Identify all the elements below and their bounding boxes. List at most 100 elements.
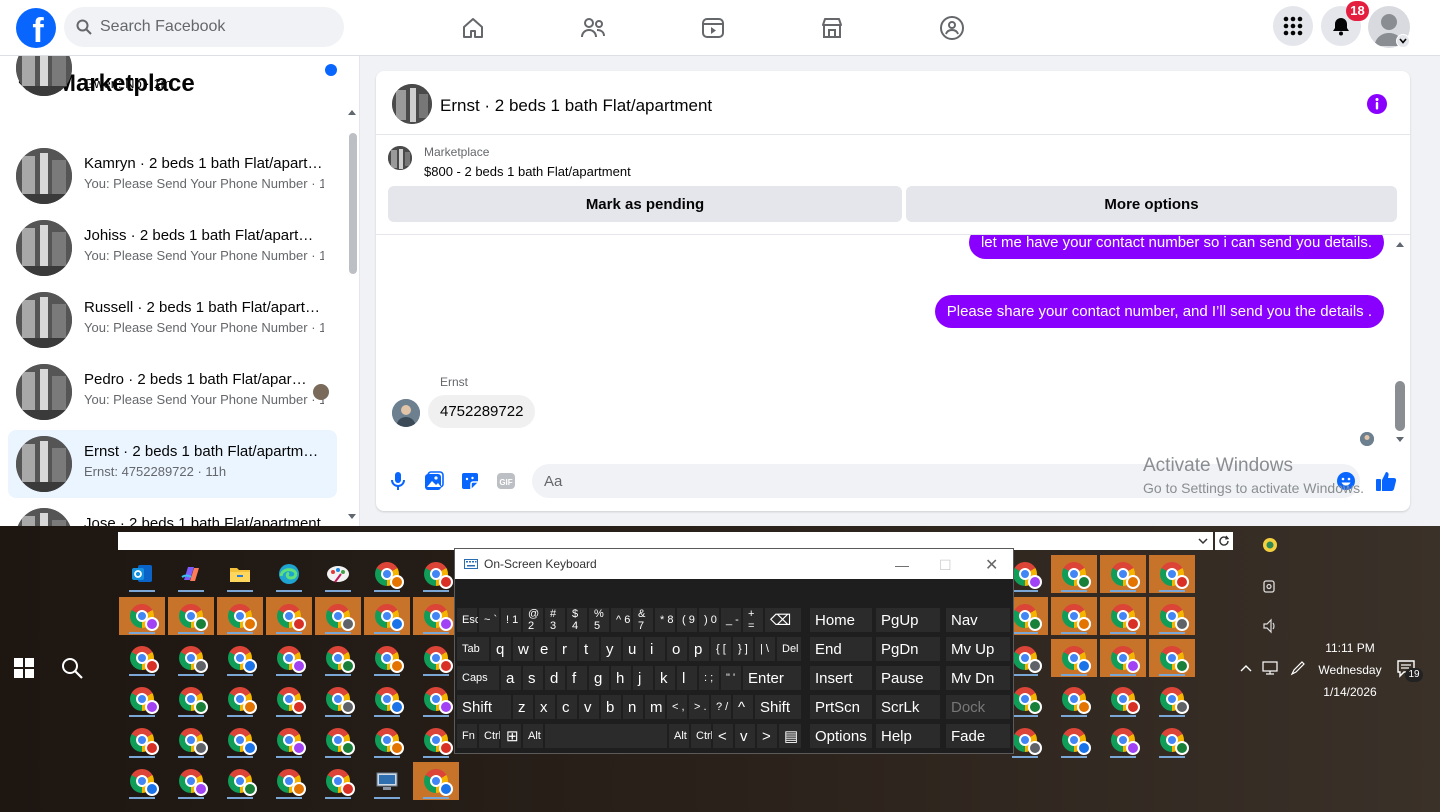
chrome-profile-button[interactable] <box>315 680 361 718</box>
chrome-profile-button[interactable] <box>217 721 263 759</box>
nav-key[interactable]: Home <box>809 607 873 633</box>
minimize-button[interactable]: — <box>895 557 909 573</box>
outgoing-message[interactable]: let me have your contact number so i can… <box>968 235 1384 259</box>
search-box[interactable] <box>64 7 344 47</box>
key[interactable]: o <box>666 636 688 662</box>
refresh-button[interactable] <box>1215 532 1233 550</box>
key[interactable]: & 7 <box>632 607 654 633</box>
nav-key[interactable]: Mv Dn <box>945 665 1011 691</box>
chrome-profile-button[interactable] <box>315 597 361 635</box>
maximize-button[interactable]: ☐ <box>939 557 952 574</box>
chrome-profile-button[interactable] <box>266 680 312 718</box>
chrome-profile-button[interactable] <box>266 721 312 759</box>
key[interactable]: Caps <box>456 665 500 691</box>
chrome-profile-button[interactable] <box>168 680 214 718</box>
attach-photo-button[interactable] <box>422 469 446 493</box>
key[interactable]: _ - <box>720 607 742 633</box>
chrome-profile-button[interactable] <box>364 555 410 593</box>
chrome-profile-button[interactable] <box>266 639 312 677</box>
outgoing-message[interactable]: Please share your contact number, and I’… <box>934 295 1384 328</box>
edge-button[interactable] <box>266 555 312 593</box>
key[interactable]: Shift <box>754 694 802 720</box>
incoming-message[interactable]: 4752289722 <box>428 395 536 428</box>
key[interactable]: f <box>566 665 588 691</box>
chrome-profile-button[interactable] <box>119 762 165 800</box>
key[interactable]: > <box>756 723 778 749</box>
key[interactable]: ? / <box>710 694 732 720</box>
chrome-profile-button[interactable] <box>168 721 214 759</box>
chrome-profile-button[interactable] <box>1149 597 1195 635</box>
sticker-button[interactable] <box>458 469 482 493</box>
key[interactable]: Ctrl <box>478 723 501 749</box>
close-button[interactable]: ✕ <box>985 555 998 575</box>
listing-title[interactable]: $800 - 2 beds 1 bath Flat/apartment <box>424 164 631 179</box>
key[interactable]: * 8 <box>654 607 676 633</box>
nav-key[interactable]: Insert <box>809 665 873 691</box>
nav-key[interactable]: Dock <box>945 694 1011 720</box>
account-menu-button[interactable] <box>1396 34 1410 48</box>
sidebar-scroll-thumb[interactable] <box>349 133 357 274</box>
chrome-profile-button[interactable] <box>1051 555 1097 593</box>
key[interactable]: g <box>588 665 610 691</box>
conversation-item[interactable]: Ernst · 2 beds 1 bath Flat/apartment Erns… <box>8 430 337 498</box>
key[interactable]: k <box>654 665 676 691</box>
conversation-item[interactable]: Johiss · 2 beds 1 bath Flat/apartment You… <box>8 214 337 282</box>
scroll-up-arrow-icon[interactable] <box>1394 239 1406 249</box>
keyboard-title-bar[interactable]: On-Screen Keyboard — ☐ ✕ <box>455 549 1013 579</box>
nav-friends[interactable] <box>537 0 649 56</box>
nav-key[interactable]: Options <box>809 723 873 749</box>
key[interactable]: Enter <box>742 665 802 691</box>
mark-pending-button[interactable]: Mark as pending <box>388 186 902 222</box>
chrome-profile-button[interactable] <box>1100 555 1146 593</box>
key[interactable]: h <box>610 665 632 691</box>
key[interactable]: s <box>522 665 544 691</box>
listing-small-thumbnail[interactable] <box>388 146 412 170</box>
emoji-button[interactable] <box>1334 469 1358 493</box>
scroll-down-arrow-icon[interactable] <box>1394 435 1406 445</box>
chrome-profile-button[interactable] <box>1100 597 1146 635</box>
menu-button[interactable] <box>1273 6 1313 46</box>
chrome-profile-button[interactable] <box>266 597 312 635</box>
key[interactable]: p <box>688 636 710 662</box>
paint-button[interactable] <box>315 555 361 593</box>
dropdown-arrow-icon[interactable] <box>1197 535 1209 547</box>
chrome-profile-button[interactable] <box>266 762 312 800</box>
key[interactable]: { [ <box>710 636 732 662</box>
chrome-profile-button[interactable] <box>413 639 459 677</box>
scroll-up-arrow-icon[interactable] <box>346 107 358 117</box>
key[interactable]: # 3 <box>544 607 566 633</box>
key[interactable]: ▤ <box>778 723 802 749</box>
thread-scroll-thumb[interactable] <box>1395 381 1405 431</box>
chrome-profile-button[interactable] <box>315 639 361 677</box>
key[interactable]: a <box>500 665 522 691</box>
nav-key[interactable]: Nav <box>945 607 1011 633</box>
key[interactable]: n <box>622 694 644 720</box>
chrome-profile-button[interactable] <box>413 680 459 718</box>
chrome-profile-button[interactable] <box>119 721 165 759</box>
chrome-profile-button[interactable] <box>1051 639 1097 677</box>
key[interactable]: | \ <box>754 636 776 662</box>
gif-button[interactable]: GIF <box>494 469 518 493</box>
chrome-profile-button[interactable] <box>1149 639 1195 677</box>
sender-avatar[interactable] <box>392 399 420 427</box>
key[interactable]: v <box>578 694 600 720</box>
chrome-profile-button[interactable] <box>1149 680 1195 718</box>
nav-home[interactable] <box>417 0 529 56</box>
nav-key[interactable]: Help <box>875 723 941 749</box>
like-button[interactable] <box>1374 469 1398 493</box>
key[interactable]: m <box>644 694 666 720</box>
tray-app-icon[interactable] <box>1260 535 1280 555</box>
chrome-profile-button[interactable] <box>168 762 214 800</box>
key[interactable]: b <box>600 694 622 720</box>
key[interactable]: $ 4 <box>566 607 588 633</box>
chrome-profile-button[interactable] <box>1149 555 1195 593</box>
conversation-item[interactable]: Pedro · 2 beds 1 bath Flat/apartment You:… <box>8 358 337 426</box>
nav-key[interactable]: PgDn <box>875 636 941 662</box>
key[interactable]: % 5 <box>588 607 610 633</box>
chrome-profile-button[interactable] <box>364 597 410 635</box>
chrome-profile-button[interactable] <box>413 597 459 635</box>
explorer-button[interactable] <box>217 555 263 593</box>
chrome-profile-button[interactable] <box>364 680 410 718</box>
key[interactable]: ! 1 <box>500 607 522 633</box>
show-hidden-icons-button[interactable] <box>1236 658 1256 678</box>
